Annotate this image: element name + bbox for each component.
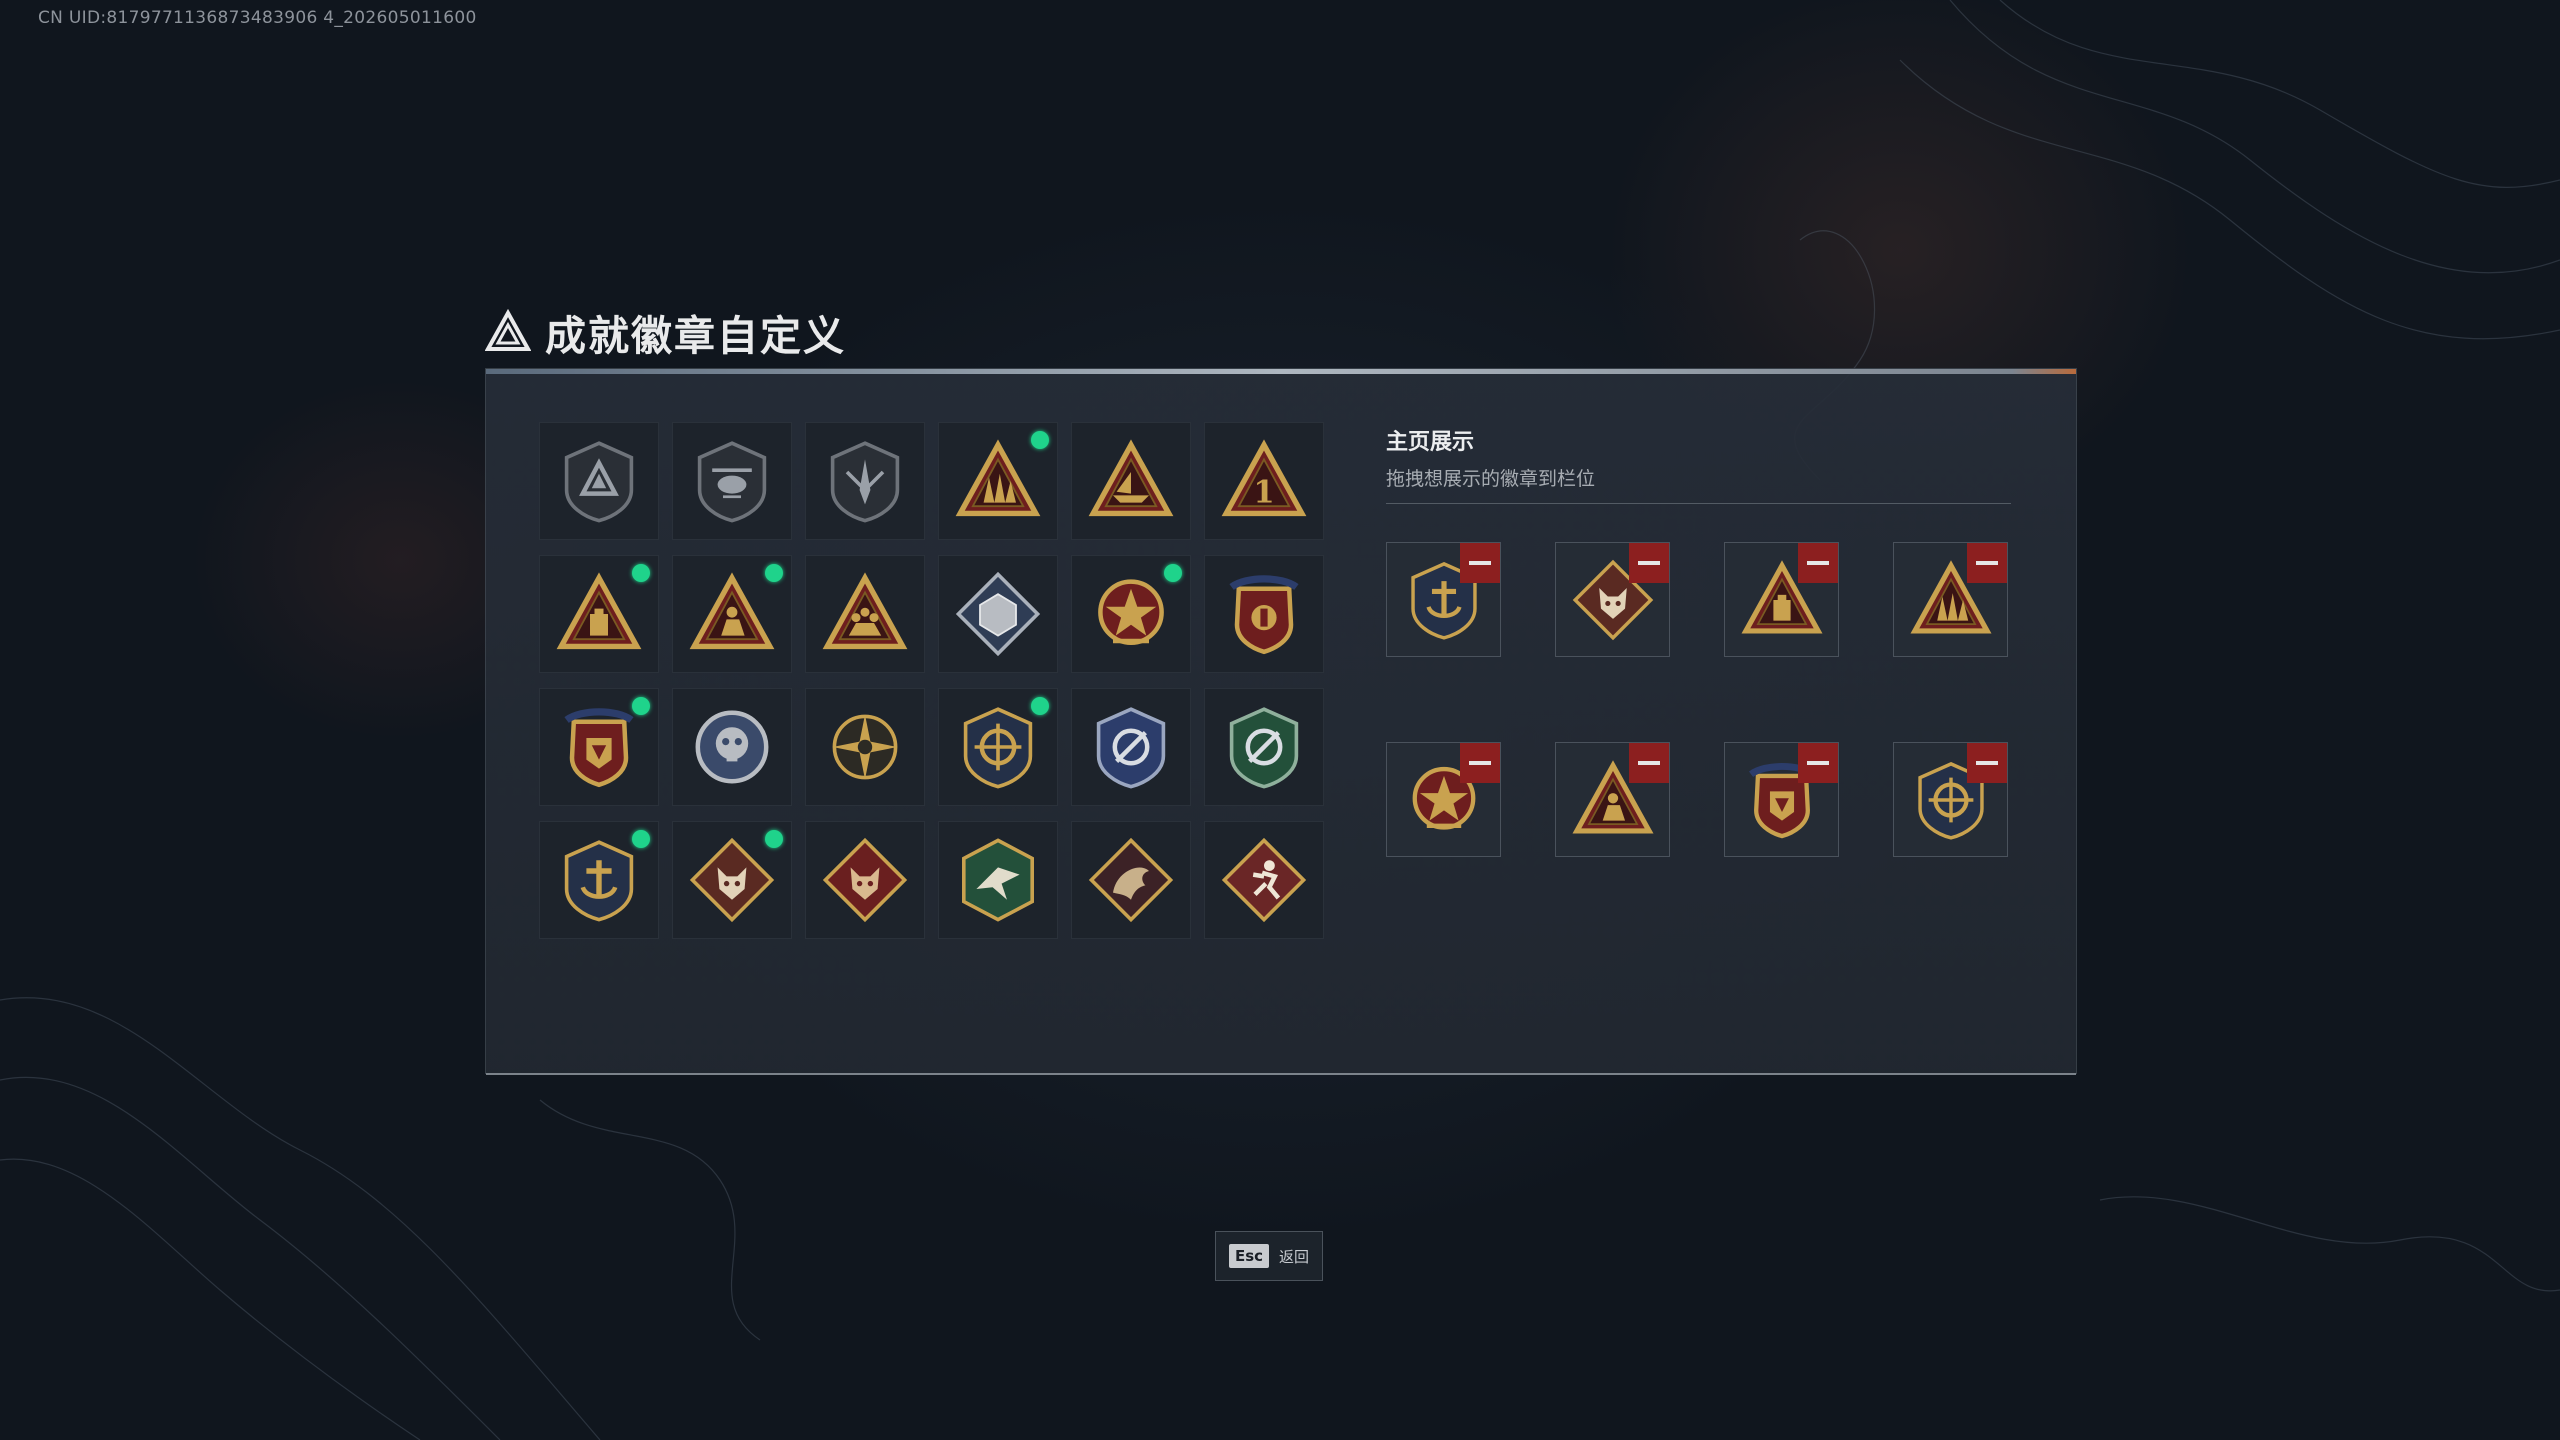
remove-badge-button[interactable] xyxy=(1460,543,1500,583)
badge-cell-gold-soldier-badge[interactable] xyxy=(672,555,792,673)
badge-cell-silver-diamond-cube-badge[interactable] xyxy=(938,555,1058,673)
gold-number-one-badge-icon: 1 xyxy=(1221,439,1307,517)
new-indicator-dot xyxy=(765,830,783,848)
badge-cell-gold-battery-badge[interactable] xyxy=(539,555,659,673)
display-slot-8[interactable] xyxy=(1893,742,2008,857)
new-indicator-dot xyxy=(1164,564,1182,582)
panel-accent-bar xyxy=(486,369,2076,374)
badge-cell-crest-stars-badge[interactable] xyxy=(1204,555,1324,673)
dragon-diamond-badge-icon xyxy=(1088,837,1174,923)
badge-cell-green-crosshair-shield-badge[interactable] xyxy=(1204,688,1324,806)
display-title: 主页展示 xyxy=(1386,430,1475,455)
minus-icon xyxy=(1638,561,1660,565)
new-indicator-dot xyxy=(632,830,650,848)
homepage-display-section: 主页展示 拖拽想展示的徽章到栏位 xyxy=(1386,424,2011,857)
minus-icon xyxy=(1638,761,1660,765)
green-crosshair-shield-badge-icon xyxy=(1229,707,1299,789)
gold-rockets-badge-icon xyxy=(955,439,1041,517)
badge-inventory-grid: 1 xyxy=(539,422,1324,939)
crest-stars-badge-icon xyxy=(1229,575,1299,655)
player-uid: CN UID:8179771136873483906 4_20260501160… xyxy=(38,8,477,28)
runner-diamond-badge-icon xyxy=(1221,837,1307,923)
minus-icon xyxy=(1976,561,1998,565)
badge-cell-gold-crosshair-badge[interactable] xyxy=(938,688,1058,806)
badge-cell-gold-compass-badge[interactable] xyxy=(805,688,925,806)
gold-battery-badge-icon xyxy=(556,572,642,650)
green-bird-diamond-badge-icon xyxy=(962,838,1034,922)
badge-cell-gold-boat-badge[interactable] xyxy=(1071,422,1191,540)
panel-bottom-line xyxy=(486,1073,2076,1075)
shield-delta-badge-icon xyxy=(564,441,634,523)
badge-cell-runner-diamond-badge[interactable] xyxy=(1204,821,1324,939)
display-slot-3[interactable] xyxy=(1724,542,1839,657)
remove-badge-button[interactable] xyxy=(1967,543,2007,583)
badge-cell-blue-crosshair-shield-badge[interactable] xyxy=(1071,688,1191,806)
back-label: 返回 xyxy=(1279,1247,1310,1266)
gold-anchor-shield-badge-icon xyxy=(564,840,634,922)
minus-icon xyxy=(1469,761,1491,765)
badge-cell-gold-number-one-badge[interactable]: 1 xyxy=(1204,422,1324,540)
red-wolf-diamond-badge-icon xyxy=(822,837,908,923)
badge-cell-red-wolf-diamond-badge[interactable] xyxy=(805,821,925,939)
display-subtitle: 拖拽想展示的徽章到栏位 xyxy=(1386,468,1596,490)
gold-squad-badge-icon xyxy=(822,572,908,650)
badge-cell-dragon-diamond-badge[interactable] xyxy=(1071,821,1191,939)
badge-cell-gold-squad-badge[interactable] xyxy=(805,555,925,673)
crest-ribbon-badge-icon xyxy=(564,708,634,788)
badge-cell-star-medal-badge[interactable] xyxy=(1071,555,1191,673)
new-indicator-dot xyxy=(1031,431,1049,449)
display-slot-5[interactable] xyxy=(1386,742,1501,857)
helicopter-badge-icon xyxy=(697,441,767,523)
star-medal-badge-icon xyxy=(1098,579,1164,646)
minus-icon xyxy=(1976,761,1998,765)
remove-badge-button[interactable] xyxy=(1629,743,1669,783)
display-slot-7[interactable] xyxy=(1724,742,1839,857)
remove-badge-button[interactable] xyxy=(1460,743,1500,783)
display-divider xyxy=(1386,503,2011,504)
remove-badge-button[interactable] xyxy=(1629,543,1669,583)
minus-icon xyxy=(1469,561,1491,565)
remove-badge-button[interactable] xyxy=(1967,743,2007,783)
gold-crosshair-badge-icon xyxy=(963,707,1033,789)
new-indicator-dot xyxy=(632,564,650,582)
svg-text:1: 1 xyxy=(1253,475,1274,511)
badge-cell-gold-rockets-badge[interactable] xyxy=(938,422,1058,540)
badge-cell-silver-skull-badge[interactable] xyxy=(672,688,792,806)
display-slot-2[interactable] xyxy=(1555,542,1670,657)
display-slot-1[interactable] xyxy=(1386,542,1501,657)
display-slot-4[interactable] xyxy=(1893,542,2008,657)
new-indicator-dot xyxy=(632,697,650,715)
gold-boat-badge-icon xyxy=(1088,439,1174,517)
badge-cell-shield-delta-badge[interactable] xyxy=(539,422,659,540)
remove-badge-button[interactable] xyxy=(1798,743,1838,783)
gold-compass-badge-icon xyxy=(832,714,898,780)
minus-icon xyxy=(1807,761,1829,765)
badge-cell-helicopter-badge[interactable] xyxy=(672,422,792,540)
badge-cell-blade-shield-badge[interactable] xyxy=(805,422,925,540)
blue-crosshair-shield-badge-icon xyxy=(1096,707,1166,789)
page-title: 成就徽章自定义 xyxy=(545,312,846,360)
remove-badge-button[interactable] xyxy=(1798,543,1838,583)
badge-cell-gold-anchor-shield-badge[interactable] xyxy=(539,821,659,939)
page-header: 成就徽章自定义 xyxy=(485,302,846,362)
new-indicator-dot xyxy=(765,564,783,582)
badge-cell-crest-ribbon-badge[interactable] xyxy=(539,688,659,806)
blade-shield-badge-icon xyxy=(830,441,900,523)
badge-cell-wolf-diamond-badge[interactable] xyxy=(672,821,792,939)
minus-icon xyxy=(1807,561,1829,565)
gold-soldier-badge-icon xyxy=(689,572,775,650)
wolf-diamond-badge-icon xyxy=(689,837,775,923)
delta-logo-icon xyxy=(485,309,531,351)
esc-key-hint: Esc xyxy=(1228,1244,1270,1268)
silver-skull-badge-icon xyxy=(695,710,769,784)
display-slots xyxy=(1386,542,2008,857)
display-slot-6[interactable] xyxy=(1555,742,1670,857)
back-button[interactable]: Esc 返回 xyxy=(1215,1231,1323,1281)
badge-customize-panel: 1 主页展示 拖拽想展示的徽章到栏位 xyxy=(485,368,2077,1075)
new-indicator-dot xyxy=(1031,697,1049,715)
silver-diamond-cube-badge-icon xyxy=(955,571,1041,657)
badge-cell-green-bird-diamond-badge[interactable] xyxy=(938,821,1058,939)
